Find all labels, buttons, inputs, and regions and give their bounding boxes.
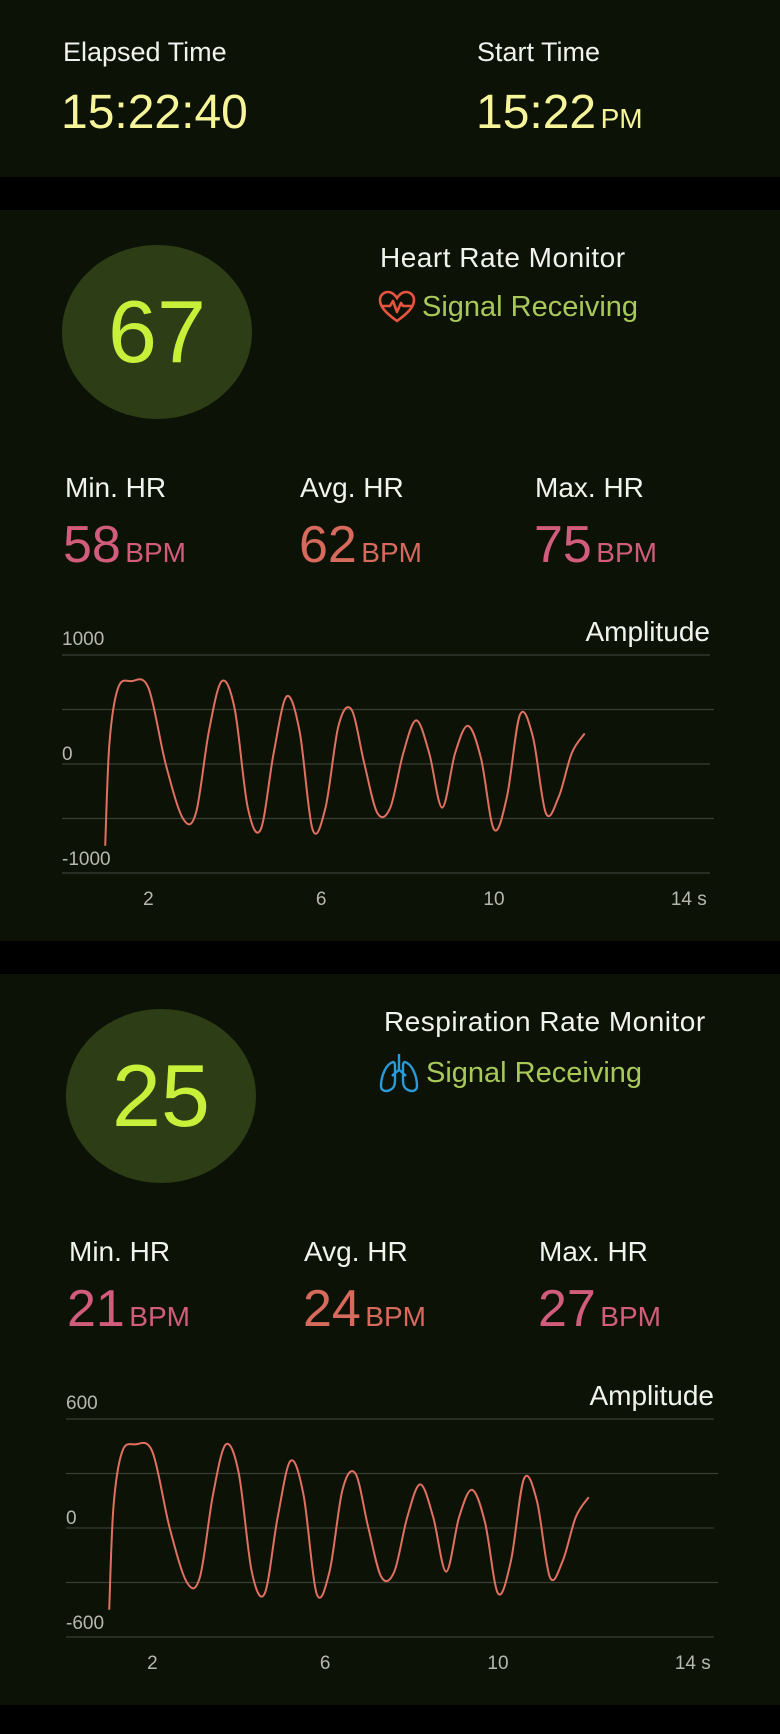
time-panel: Elapsed Time 15:22:40 Start Time 15:22 P…: [0, 0, 780, 177]
heart-rate-panel: 67 Heart Rate Monitor Signal Receiving M…: [0, 210, 780, 941]
x-tick-label: 6: [320, 1653, 331, 1674]
x-tick-label: 10: [487, 1653, 508, 1674]
x-tick-label: 6: [316, 889, 327, 910]
x-tick-label: 10: [483, 889, 504, 910]
series-line: [104, 678, 586, 846]
start-time-value: 15:22: [476, 86, 597, 139]
x-tick-label: 2: [143, 889, 154, 910]
y-tick-label: -600: [66, 1613, 104, 1634]
respiration-panel: 25 Respiration Rate Monitor Signal Recei…: [0, 974, 780, 1705]
series-line: [108, 1441, 590, 1610]
y-tick-label: 1000: [62, 629, 104, 650]
y-tick-label: 600: [66, 1393, 98, 1414]
start-time-label: Start Time: [477, 37, 601, 67]
elapsed-time-value: 15:22:40: [61, 86, 248, 139]
elapsed-time-label: Elapsed Time: [63, 37, 227, 67]
respiration-amplitude-chart: 600 0 -600 2 6 10 14 s: [66, 1393, 718, 1674]
heart-amplitude-chart: 1000 0 -1000 2 6 10 14 s: [62, 629, 714, 910]
start-time-unit: PM: [600, 103, 643, 134]
x-tick-label: 14 s: [671, 889, 707, 910]
x-tick-label: 14 s: [675, 1653, 711, 1674]
y-tick-label: 0: [66, 1508, 77, 1529]
x-tick-label: 2: [147, 1653, 158, 1674]
start-time: 15:22 PM: [476, 85, 643, 140]
y-tick-label: 0: [62, 744, 73, 765]
y-tick-label: -1000: [62, 849, 111, 870]
